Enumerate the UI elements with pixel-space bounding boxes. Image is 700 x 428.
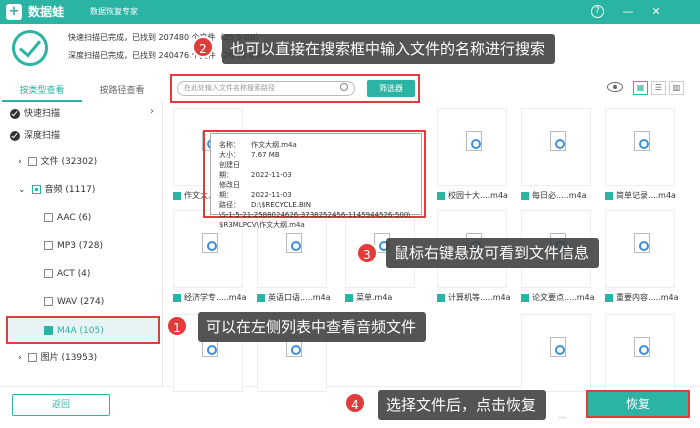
step-3-badge: 3 [356,242,378,264]
app-name: 数据蛙 [28,5,65,19]
filter-button[interactable]: 筛选器 [367,80,415,97]
file-card[interactable]: 简单记录....m4a [605,108,676,208]
sidebar-item-quick-scan[interactable]: 快速扫描 [10,104,60,124]
chevron-down-icon[interactable]: ⌄ [18,185,26,195]
file-card[interactable]: 重要内容.....m4a [605,210,679,310]
sidebar-item-file[interactable]: › 文件 (32302) [18,152,97,172]
checkbox[interactable] [44,297,53,306]
sidebar-item-m4a[interactable]: M4A (105) [6,316,160,344]
tab-by-type[interactable]: 按类型查看 [2,80,82,102]
audio-file-icon [466,131,482,151]
minimize-button[interactable]: — [620,4,636,20]
chevron-right-icon[interactable]: › [150,106,154,117]
logo-icon: + [6,4,22,20]
checkbox[interactable] [27,353,37,362]
sidebar-item-audio[interactable]: ⌄ 音频 (1117) [18,180,95,200]
search-input[interactable]: 在此处输入文件名称搜索路径 [177,81,355,96]
eye-icon[interactable] [607,82,623,92]
watermark: @稀土掘金技术社区 [558,418,567,419]
help-button[interactable]: ? [591,5,604,18]
recover-button[interactable]: 恢复 [586,390,690,418]
audio-file-icon [634,337,650,357]
file-card[interactable] [605,314,675,400]
checkbox[interactable] [31,185,41,194]
check-icon [10,130,20,141]
step-4-badge: 4 [344,392,366,414]
audio-file-icon [634,233,650,253]
callout-2: 也可以直接在搜索框中输入文件的名称进行搜索 [222,34,556,64]
tab-by-path[interactable]: 按路径查看 [82,80,162,102]
audio-file-icon [202,233,218,253]
sidebar-item-image[interactable]: › 图片 (13953) [18,348,97,368]
checkbox[interactable] [44,326,53,335]
sidebar-item-wav[interactable]: WAV (274) [44,292,104,312]
detail-view-icon[interactable]: ▥ [669,81,684,95]
check-icon [10,108,20,119]
checkbox[interactable] [44,213,53,222]
chevron-right-icon[interactable]: › [18,353,22,363]
callout-4: 选择文件后，点击恢复 [378,390,547,420]
title-bar: + 数据蛙 数据恢复专家 ? — ✕ [0,0,700,24]
step-2-badge: 2 [192,36,214,58]
checkbox[interactable] [44,241,53,250]
sidebar-item-mp3[interactable]: MP3 (728) [44,236,103,256]
file-card[interactable]: 校园十大....m4a [437,108,508,208]
audio-file-icon [550,131,566,151]
file-card[interactable] [521,314,591,400]
list-view-icon[interactable]: ☰ [651,81,666,95]
sidebar-item-act[interactable]: ACT (4) [44,264,90,284]
view-tabs: 按类型查看 按路径查看 [0,80,163,102]
search-icon[interactable] [340,83,348,91]
grid-view-icon[interactable]: ▦ [633,81,648,95]
checkbox[interactable] [44,269,53,278]
back-button[interactable]: 返回 [12,394,110,416]
checkbox[interactable] [27,157,37,166]
file-card[interactable]: 每日必.....m4a [521,108,591,208]
sidebar-item-aac[interactable]: AAC (6) [44,208,91,228]
check-circle-icon [12,30,48,66]
sidebar-item-deep-scan[interactable]: 深度扫描 [10,126,60,146]
audio-file-icon [286,233,302,253]
audio-file-icon [550,337,566,357]
sidebar: 快速扫描 › 深度扫描 › 文件 (32302) ⌄ 音频 (1117) AAC (… [0,102,163,387]
close-button[interactable]: ✕ [648,4,664,20]
app-subtitle: 数据恢复专家 [90,7,138,16]
callout-3: 鼠标右键悬放可看到文件信息 [386,238,600,268]
chevron-right-icon[interactable]: › [18,157,22,167]
callout-1: 可以在左侧列表中查看音频文件 [198,312,427,342]
audio-file-icon [634,131,650,151]
step-1-badge: 1 [166,315,188,337]
file-info-tooltip: 名称： 作文大纲.m4a 大小： 7.67 MB 创建日期： 2022-11-03 修… [210,133,422,229]
